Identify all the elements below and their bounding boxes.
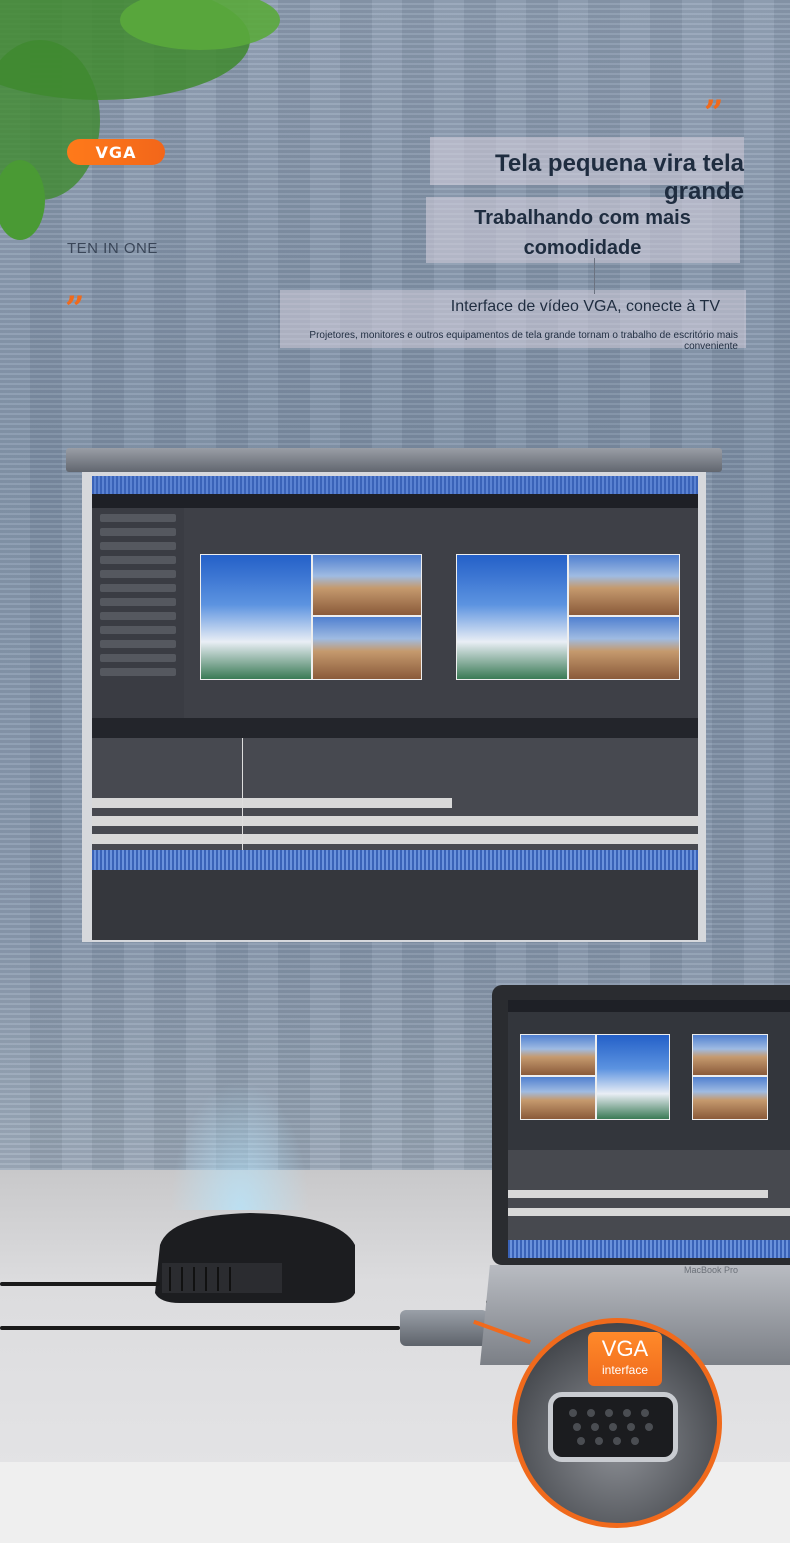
preview-photo: [456, 554, 568, 680]
quote-mark-left: ”: [65, 289, 85, 329]
preview-photo: [568, 616, 680, 680]
preview-photo: [200, 554, 312, 680]
app-preview-canvas: [184, 508, 698, 718]
vga-port: [548, 1392, 678, 1462]
audio-waveform-bottom: [92, 850, 698, 870]
vga-tag-title: VGA: [601, 1336, 649, 1361]
laptop-preview-photo: [692, 1034, 768, 1076]
timeline-track: [92, 798, 452, 808]
laptop-timeline: [508, 1150, 790, 1240]
preview-photo: [568, 554, 680, 616]
headline-title: Tela pequena vira tela grande: [495, 150, 744, 205]
projector-device: [155, 1213, 355, 1303]
audio-waveform-top: [92, 476, 698, 494]
subtitle-line-2: comodidade: [523, 237, 642, 259]
vga-interface-tag: VGA interface: [588, 1332, 662, 1386]
playhead: [242, 738, 243, 850]
projector-light-beam: [170, 1080, 310, 1210]
laptop-preview-photo: [520, 1034, 596, 1076]
projected-app: [92, 476, 698, 940]
divider-line: [594, 258, 595, 294]
laptop-brand-label: MacBook Pro: [684, 1265, 739, 1275]
laptop-screen: [508, 1000, 790, 1258]
laptop-waveform: [508, 1240, 790, 1258]
quote-mark-right: ”: [704, 93, 724, 133]
timeline-track: [92, 816, 698, 826]
app-inspector-panel: [92, 508, 184, 718]
tagline: TEN IN ONE: [67, 240, 158, 257]
vga-adapter: [400, 1310, 488, 1346]
power-cable: [0, 1282, 160, 1286]
plant-decoration: [0, 0, 280, 240]
app-controls-bar: [92, 718, 698, 738]
interface-heading: Interface de vídeo VGA, conecte à TV: [450, 298, 720, 315]
subtitle-line-1: Trabalhando com mais: [474, 207, 691, 229]
interface-description: Projetores, monitores e outros equipamen…: [309, 330, 738, 352]
headline-subtitle: Trabalhando com mais comodidade: [430, 203, 735, 263]
laptop-preview-photo: [692, 1076, 768, 1120]
vga-tag-subtitle: interface: [601, 1363, 649, 1377]
laptop-app-toolbar: [508, 1000, 790, 1012]
projector-screen-housing: [66, 448, 722, 472]
app-toolbar: [92, 494, 698, 508]
timeline-track: [92, 834, 698, 844]
preview-photo: [312, 616, 422, 680]
app-timeline: [92, 738, 698, 850]
laptop-preview-photo: [596, 1034, 670, 1120]
preview-photo: [312, 554, 422, 616]
vga-cable: [0, 1326, 400, 1330]
laptop-preview-photo: [520, 1076, 596, 1120]
app-duplicate-view: [92, 870, 698, 940]
vga-badge: VGA: [67, 139, 165, 165]
